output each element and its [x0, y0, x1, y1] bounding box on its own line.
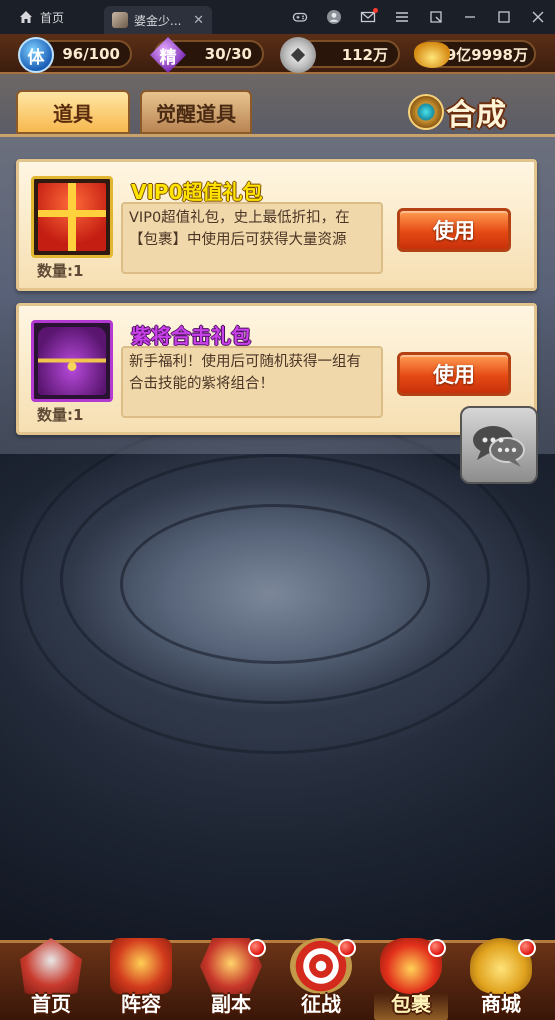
- nav-label: 包裹: [391, 992, 431, 1016]
- coin-value: 112万: [341, 45, 388, 64]
- game-tab[interactable]: 婆金少... ✕: [104, 6, 212, 34]
- ingot-counter[interactable]: 9亿9998万: [414, 40, 536, 68]
- nav-bag[interactable]: 包裹: [366, 935, 456, 1020]
- item-description: 新手福利！使用后可随机获得一组有合击技能的紫将组合！: [121, 346, 383, 418]
- notification-badge: [428, 939, 446, 957]
- tab-awaken-items[interactable]: 觉醒道具: [140, 90, 252, 134]
- notification-badge: [518, 939, 536, 957]
- treasure-chest-icon: [38, 327, 106, 395]
- item-quantity: 数量:1: [37, 262, 84, 280]
- home-icon: [20, 11, 32, 23]
- resource-bar: 体 96/100 精 30/30 112万 9亿9998万: [0, 34, 555, 74]
- stamina-icon: 体: [18, 37, 54, 73]
- nav-lineup[interactable]: 阵容: [96, 935, 186, 1020]
- spirit-icon: 精: [150, 37, 186, 73]
- coin-icon: [280, 37, 316, 73]
- game-avatar-icon: [112, 12, 128, 28]
- home-tab[interactable]: 首页: [0, 0, 104, 34]
- nav-label: 首页: [31, 992, 71, 1016]
- nav-label: 阵容: [121, 992, 161, 1016]
- stamina-counter[interactable]: 体 96/100: [18, 37, 132, 73]
- gift-box-icon: [38, 183, 106, 251]
- nav-battle[interactable]: 征战: [276, 935, 366, 1020]
- spirit-value: 30/30: [204, 45, 252, 63]
- pip-icon[interactable]: [419, 0, 453, 34]
- close-window-icon[interactable]: [521, 0, 555, 34]
- stamina-value: 96/100: [62, 45, 120, 63]
- use-button[interactable]: 使用: [397, 352, 511, 396]
- home-icon: [20, 938, 82, 994]
- item-quantity: 数量:1: [37, 406, 84, 424]
- synthesize-button[interactable]: 合成: [408, 88, 514, 136]
- nav-shop[interactable]: 商城: [456, 935, 546, 1020]
- window-titlebar: 首页 婆金少... ✕: [0, 0, 555, 34]
- ingot-value: 9亿9998万: [445, 45, 528, 64]
- notification-badge: [248, 939, 266, 957]
- chat-bubbles-icon: [473, 426, 525, 467]
- game-viewport: 体 96/100 精 30/30 112万 9亿9998万 道具 觉醒道具 合成: [0, 34, 555, 1020]
- item-card: 数量:1 VIP0超值礼包 VIP0超值礼包，史上最低折扣，在【包裹】中使用后可…: [16, 159, 537, 291]
- nav-dungeon[interactable]: 副本: [186, 935, 276, 1020]
- gold-ingot-icon: [414, 42, 450, 68]
- maximize-icon[interactable]: [487, 0, 521, 34]
- mail-unread-dot: [373, 8, 378, 13]
- nav-label: 副本: [211, 992, 251, 1016]
- tab-items[interactable]: 道具: [16, 90, 130, 134]
- game-tab-title: 婆金少...: [134, 13, 182, 28]
- item-name: VIP0超值礼包: [131, 180, 263, 204]
- minimize-icon[interactable]: [453, 0, 487, 34]
- chat-button[interactable]: [460, 406, 538, 484]
- item-icon-frame[interactable]: [31, 320, 113, 402]
- notification-badge: [338, 939, 356, 957]
- nav-label: 征战: [301, 992, 341, 1016]
- use-button[interactable]: 使用: [397, 208, 511, 252]
- nav-home[interactable]: 首页: [6, 935, 96, 1020]
- item-name: 紫将合击礼包: [131, 324, 251, 348]
- item-card: 数量:1 紫将合击礼包 新手福利！使用后可随机获得一组有合击技能的紫将组合！ 使…: [16, 303, 537, 435]
- lineup-icon: [110, 938, 172, 994]
- tab-close-icon[interactable]: ✕: [193, 13, 204, 28]
- home-tab-label: 首页: [40, 10, 65, 25]
- spirit-counter[interactable]: 精 30/30: [150, 37, 264, 73]
- item-description: VIP0超值礼包，史上最低折扣，在【包裹】中使用后可获得大量资源: [121, 202, 383, 274]
- user-icon[interactable]: [317, 0, 351, 34]
- menu-icon[interactable]: [385, 0, 419, 34]
- inventory-tabs: 道具 觉醒道具 合成: [0, 86, 555, 138]
- nav-label: 商城: [481, 992, 521, 1016]
- coin-counter[interactable]: 112万: [280, 37, 400, 73]
- bottom-navigation: 首页 阵容 副本 征战 包裹 商城: [0, 938, 555, 1020]
- synthesize-icon: [408, 94, 444, 130]
- arena-floor-decoration: [20, 414, 530, 754]
- item-icon-frame[interactable]: [31, 176, 113, 258]
- synthesize-label: 合成: [446, 98, 506, 133]
- gamepad-icon[interactable]: [283, 0, 317, 34]
- window-actions: [283, 0, 555, 34]
- mail-icon[interactable]: [351, 0, 385, 34]
